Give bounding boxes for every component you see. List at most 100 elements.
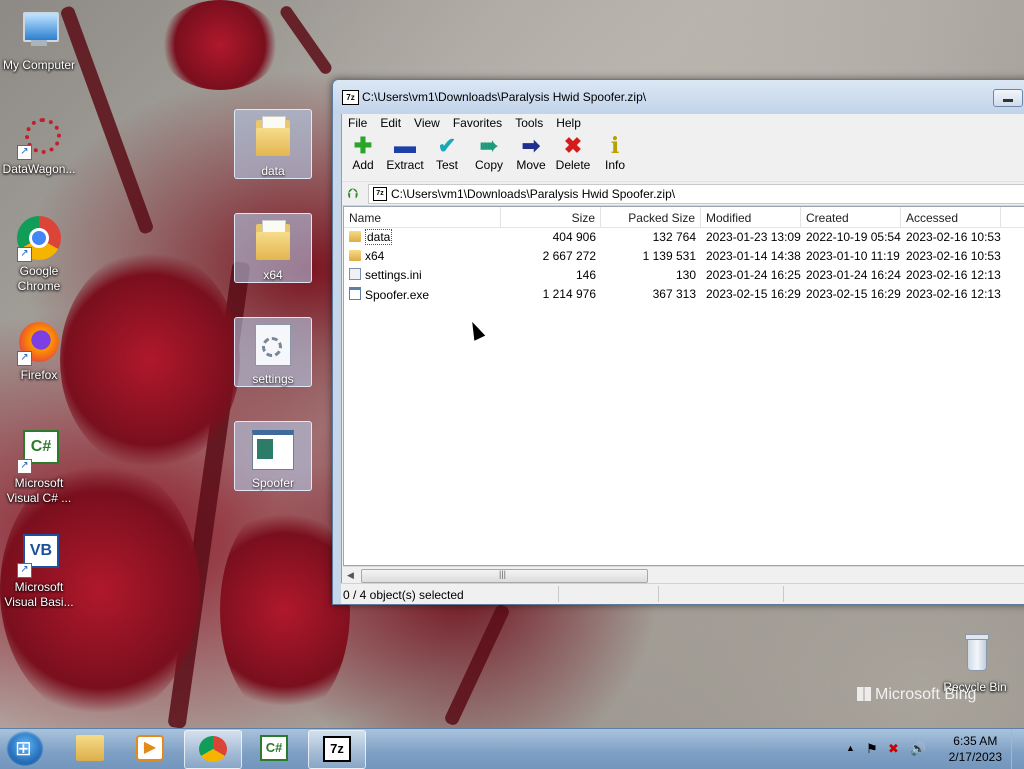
column-header-modified[interactable]: Modified (701, 207, 801, 227)
wallpaper-stem (443, 603, 511, 727)
double-arrow-icon: ➠ (479, 133, 499, 158)
shortcut-arrow-icon: ↗ (17, 563, 32, 578)
table-row[interactable]: data 404 906 132 764 2023-01-23 13:09 20… (344, 228, 1024, 247)
plus-icon: ✚ (353, 133, 373, 158)
folder-up-icon[interactable]: ⮉ (345, 185, 361, 201)
file-size: 146 (575, 268, 596, 282)
taskbar-media-player[interactable]: ▶ (122, 730, 178, 767)
clock[interactable]: 6:35 AM 2/17/2023 (949, 733, 1002, 765)
table-row[interactable]: x64 2 667 272 1 139 531 2023-01-14 14:38… (344, 247, 1024, 266)
network-disconnected-icon[interactable]: ✖ (888, 741, 899, 757)
wallpaper-flower (220, 500, 350, 720)
visual-csharp-icon: C# ↗ (15, 426, 63, 474)
start-button[interactable] (6, 731, 44, 767)
menu-tools[interactable]: Tools (509, 114, 550, 131)
check-icon: ✔ (437, 133, 457, 158)
desktop-icon-visual-csharp[interactable]: C# ↗ Microsoft Visual C# ... (1, 426, 77, 506)
address-path: C:\Users\vm1\Downloads\Paralysis Hwid Sp… (391, 187, 676, 201)
status-text: 0 / 4 object(s) selected (343, 588, 464, 602)
extract-button[interactable]: ▬ Extract (384, 131, 426, 181)
sevenzip-window[interactable]: 7z C:\Users\vm1\Downloads\Paralysis Hwid… (332, 79, 1024, 605)
desktop-icon-label: DataWagon... (2, 162, 76, 176)
file-accessed: 2023-02-16 10:53 (906, 249, 1001, 263)
status-separator (658, 586, 659, 602)
file-packed-size: 130 (675, 268, 696, 282)
info-button[interactable]: i Info (594, 131, 636, 181)
taskbar-visual-csharp[interactable]: C# (246, 730, 302, 767)
desktop-icon-settings[interactable]: settings (234, 317, 312, 387)
computer-icon (15, 8, 63, 56)
system-tray: ▲ ⚑ ✖ 🔊 6:35 AM 2/17/2023 (834, 729, 1024, 769)
show-desktop-button[interactable] (1011, 729, 1024, 769)
column-header-created[interactable]: Created (801, 207, 901, 227)
desktop-icon-visual-basic[interactable]: VB ↗ Microsoft Visual Basi... (1, 530, 77, 610)
desktop-icon-firefox[interactable]: ↗ Firefox (1, 318, 77, 383)
file-name: Spoofer.exe (365, 288, 430, 302)
desktop-icon-spoofer[interactable]: Spoofer (234, 421, 312, 491)
copy-button[interactable]: ➠ Copy (468, 131, 510, 181)
settings-file-icon (255, 324, 291, 366)
visual-csharp-icon: C# (260, 735, 288, 761)
column-header-packed-size[interactable]: Packed Size (601, 207, 701, 227)
grip-icon: ||| (499, 569, 507, 579)
desktop-icon-data-folder[interactable]: data (234, 109, 312, 179)
file-name: x64 (365, 249, 385, 263)
file-size: 404 906 (552, 230, 596, 244)
clock-time: 6:35 AM (953, 734, 998, 748)
taskbar-chrome[interactable] (184, 730, 242, 769)
firefox-icon: ↗ (15, 318, 63, 366)
taskbar-explorer[interactable] (62, 730, 118, 767)
file-list[interactable]: Name Size Packed Size Modified Created A… (343, 206, 1024, 566)
taskbar-7zip[interactable]: 7z (308, 730, 366, 769)
visual-basic-icon: VB ↗ (15, 530, 63, 578)
menu-edit[interactable]: Edit (374, 114, 408, 131)
menu-help[interactable]: Help (550, 114, 588, 131)
test-button[interactable]: ✔ Test (426, 131, 468, 181)
status-separator (558, 586, 559, 602)
show-hidden-icons-icon[interactable]: ▲ (846, 743, 855, 753)
column-header-accessed[interactable]: Accessed (901, 207, 1001, 227)
info-button-label: Info (604, 158, 625, 172)
shortcut-arrow-icon: ↗ (17, 247, 32, 262)
settings-file-icon (349, 268, 361, 280)
media-player-icon: ▶ (136, 735, 164, 761)
application-icon (349, 287, 361, 300)
file-accessed: 2023-02-16 12:13 (906, 268, 1001, 282)
action-center-icon[interactable]: ⚑ (866, 741, 878, 757)
desktop-icon-label: Spoofer (251, 476, 295, 490)
address-field[interactable]: 7z C:\Users\vm1\Downloads\Paralysis Hwid… (368, 184, 1024, 204)
add-button[interactable]: ✚ Add (342, 131, 384, 181)
horizontal-scrollbar[interactable]: ◀ ||| (343, 566, 1024, 584)
minimize-button[interactable] (993, 89, 1023, 107)
table-row[interactable]: Spoofer.exe 1 214 976 367 313 2023-02-15… (344, 285, 1024, 304)
file-packed-size: 367 313 (652, 287, 696, 301)
desktop-icon-google-chrome[interactable]: ↗ Google Chrome (1, 214, 77, 294)
wallpaper-flower (160, 0, 280, 90)
menu-view[interactable]: View (408, 114, 447, 131)
chrome-icon (199, 736, 227, 762)
folder-icon (76, 735, 104, 761)
menu-favorites[interactable]: Favorites (447, 114, 509, 131)
window-titlebar[interactable]: 7z C:\Users\vm1\Downloads\Paralysis Hwid… (333, 80, 1024, 114)
desktop-icon-my-computer[interactable]: My Computer (1, 8, 77, 73)
minus-icon: ▬ (394, 133, 416, 158)
windows-logo-icon (857, 687, 871, 701)
shortcut-arrow-icon: ↗ (17, 459, 32, 474)
column-header-name[interactable]: Name (344, 207, 501, 227)
desktop-icon-datawagon[interactable]: ↗ DataWagon... (1, 112, 77, 177)
sevenzip-icon: 7z (323, 736, 351, 762)
file-modified: 2023-01-23 13:09 (706, 230, 801, 244)
table-row[interactable]: settings.ini 146 130 2023-01-24 16:25 20… (344, 266, 1024, 285)
scrollbar-thumb[interactable]: ||| (361, 569, 648, 583)
folder-icon (256, 116, 290, 156)
menu-file[interactable]: File (342, 114, 374, 131)
column-header-size[interactable]: Size (501, 207, 601, 227)
folder-icon (349, 250, 361, 261)
arrow-right-icon: ➡ (521, 133, 541, 158)
scroll-left-icon[interactable]: ◀ (347, 570, 354, 581)
volume-icon[interactable]: 🔊 (910, 741, 926, 757)
delete-button[interactable]: ✖ Delete (552, 131, 594, 181)
move-button[interactable]: ➡ Move (510, 131, 552, 181)
file-modified: 2023-02-15 16:29 (706, 287, 801, 301)
desktop-icon-x64-folder[interactable]: x64 (234, 213, 312, 283)
